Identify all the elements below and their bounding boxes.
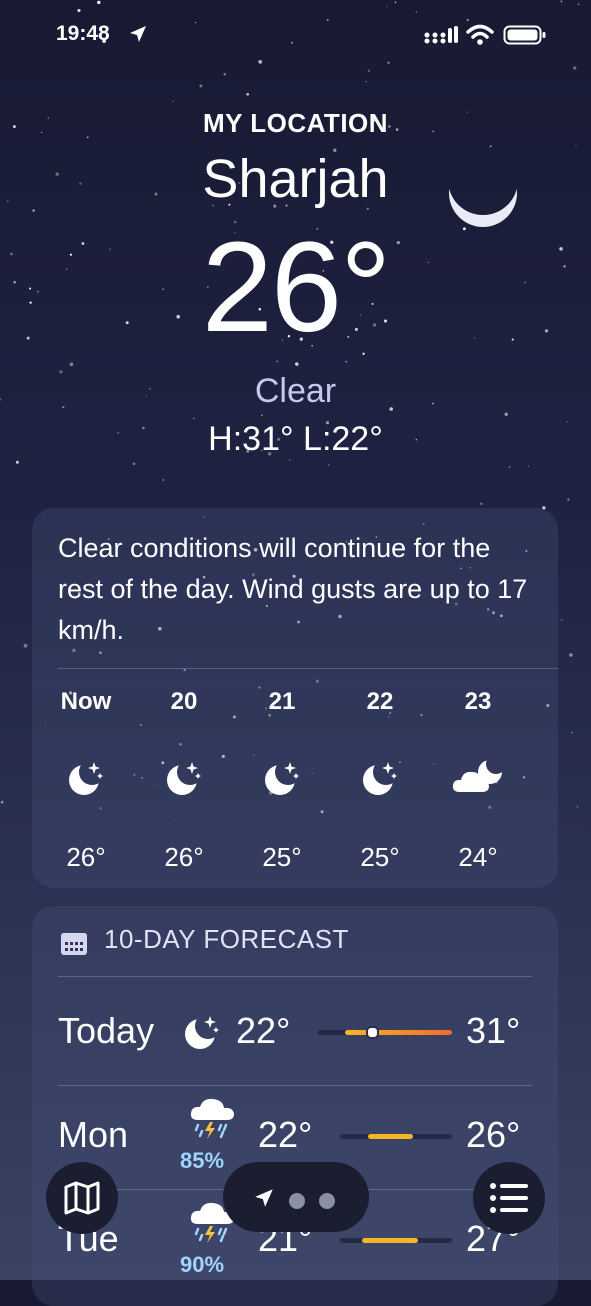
moon-stars-icon xyxy=(182,1012,232,1062)
page-dot xyxy=(289,1193,305,1209)
high-low-temperature: H:31° L:22° xyxy=(208,420,383,458)
forecast-high: 31° xyxy=(466,1010,521,1051)
hour-temperature: 25° xyxy=(262,842,302,872)
cloud-moon-icon xyxy=(450,758,502,798)
hour-column: 2 xyxy=(536,508,558,888)
forecast-title: 10-DAY FORECAST xyxy=(104,924,349,954)
hour-column: 22 25° xyxy=(340,508,420,888)
forecast-day-row[interactable]: Today 22° 31° xyxy=(32,982,558,1086)
location-arrow-icon xyxy=(130,26,146,42)
hour-time: Now xyxy=(60,688,112,715)
cloud-bolt-rain-icon xyxy=(188,1094,238,1144)
forecast-low: 22° xyxy=(236,1010,291,1051)
city-name: Sharjah xyxy=(202,149,389,209)
hour-column: 23 24° xyxy=(438,508,518,888)
moon-stars-icon xyxy=(262,758,302,798)
bottom-toolbar xyxy=(0,1150,591,1280)
hour-temperature: 26° xyxy=(66,842,106,872)
location-label: MY LOCATION xyxy=(202,108,389,138)
status-bar: 19:48 xyxy=(0,22,591,52)
hourly-forecast-card[interactable]: Clear conditions will continue for the r… xyxy=(32,508,558,888)
calendar-icon xyxy=(61,933,87,955)
moon-stars-icon xyxy=(164,758,204,798)
hour-temperature: 25° xyxy=(360,842,400,872)
hour-time: 20 xyxy=(170,688,198,715)
hour-column: Now 26° xyxy=(46,508,126,888)
status-time: 19:48 xyxy=(56,22,110,45)
hour-column: 21 25° xyxy=(242,508,322,888)
moon-stars-icon xyxy=(360,758,400,798)
city-list-button[interactable] xyxy=(473,1162,545,1234)
cellular-signal-icon xyxy=(424,26,458,44)
divider xyxy=(58,976,532,977)
page-indicator[interactable] xyxy=(223,1162,369,1232)
hour-temperature: 2 xyxy=(536,842,558,873)
map-icon xyxy=(64,1181,100,1215)
current-temperature-marker xyxy=(365,1026,379,1039)
location-arrow-icon xyxy=(255,1189,273,1207)
temperature-range-bar xyxy=(318,1026,452,1039)
page-dot xyxy=(319,1193,335,1209)
forecast-day-name: Today xyxy=(58,1010,155,1051)
hour-time: 23 xyxy=(464,688,492,715)
hour-temperature: 26° xyxy=(164,842,204,872)
map-button[interactable] xyxy=(46,1162,118,1234)
temperature-range-fill xyxy=(368,1134,413,1139)
list-icon xyxy=(490,1183,528,1213)
moon-stars-icon xyxy=(66,758,106,798)
battery-icon xyxy=(503,25,546,45)
current-temperature: 26° xyxy=(201,216,392,359)
temperature-range-fill xyxy=(344,1030,452,1035)
hour-column: 20 26° xyxy=(144,508,224,888)
hour-time: 22 xyxy=(366,688,394,715)
temperature-range-bar xyxy=(340,1134,452,1139)
wifi-icon xyxy=(466,24,494,45)
current-condition: Clear xyxy=(254,372,337,410)
hour-time: 21 xyxy=(268,688,296,715)
hour-temperature: 24° xyxy=(458,842,498,872)
